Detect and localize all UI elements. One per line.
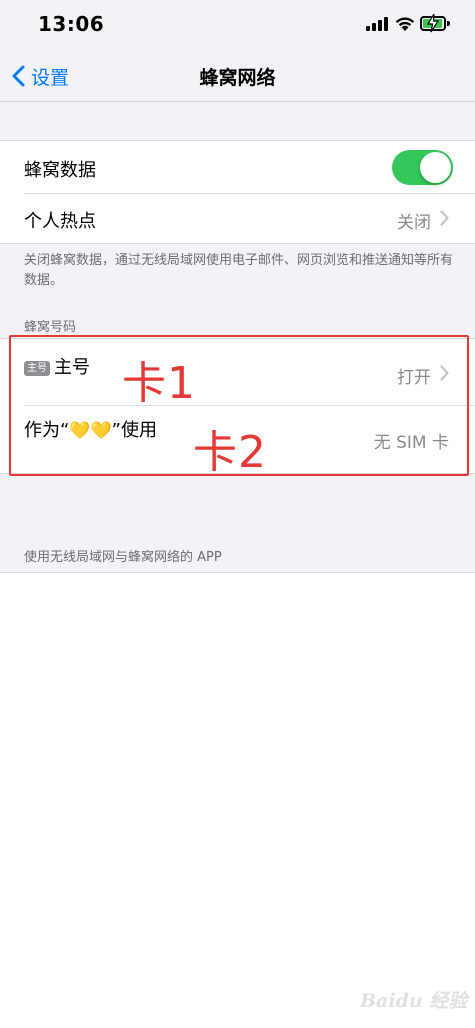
baidu-watermark: Baidu 经验 <box>360 980 470 1020</box>
apps-header: 使用无线局域网与蜂窝网络的 APP <box>24 550 222 565</box>
wifi-icon <box>395 17 415 31</box>
navigation-bar: 设置 蜂窝网络 <box>0 50 475 102</box>
cellular-numbers-header: 蜂窝号码 <box>24 320 77 335</box>
status-bar: 13:06 <box>0 0 475 50</box>
page-title: 蜂窝网络 <box>199 67 276 89</box>
cellular-group: 蜂窝数据 个人热点 关闭 <box>0 141 475 243</box>
cellular-data-toggle[interactable] <box>392 150 453 185</box>
apps-list <box>0 573 475 1028</box>
nav-divider <box>0 101 475 102</box>
cellular-signal-icon <box>366 17 388 31</box>
chevron-right-icon <box>440 210 449 226</box>
annotation-card1: 卡1 <box>122 358 196 409</box>
personal-hotspot-label: 个人热点 <box>24 211 96 232</box>
battery-cap <box>447 21 450 26</box>
status-time: 13:06 <box>38 12 105 36</box>
cellular-footnote: 关闭蜂窝数据，通过无线局域网使用电子邮件、网页浏览和推送通知等所有数据。 <box>24 253 454 288</box>
annotation-card2: 卡2 <box>193 427 267 478</box>
toggle-knob <box>420 152 451 183</box>
personal-hotspot-value: 关闭 <box>397 213 431 233</box>
watermark-text: Baidu 经验 <box>360 990 468 1012</box>
personal-hotspot-row[interactable]: 个人热点 关闭 <box>0 194 475 243</box>
cellular-data-label: 蜂窝数据 <box>24 160 96 181</box>
charging-bolt-icon <box>426 13 440 33</box>
group-bottom-divider <box>0 243 475 244</box>
cellular-data-row: 蜂窝数据 <box>0 141 475 193</box>
